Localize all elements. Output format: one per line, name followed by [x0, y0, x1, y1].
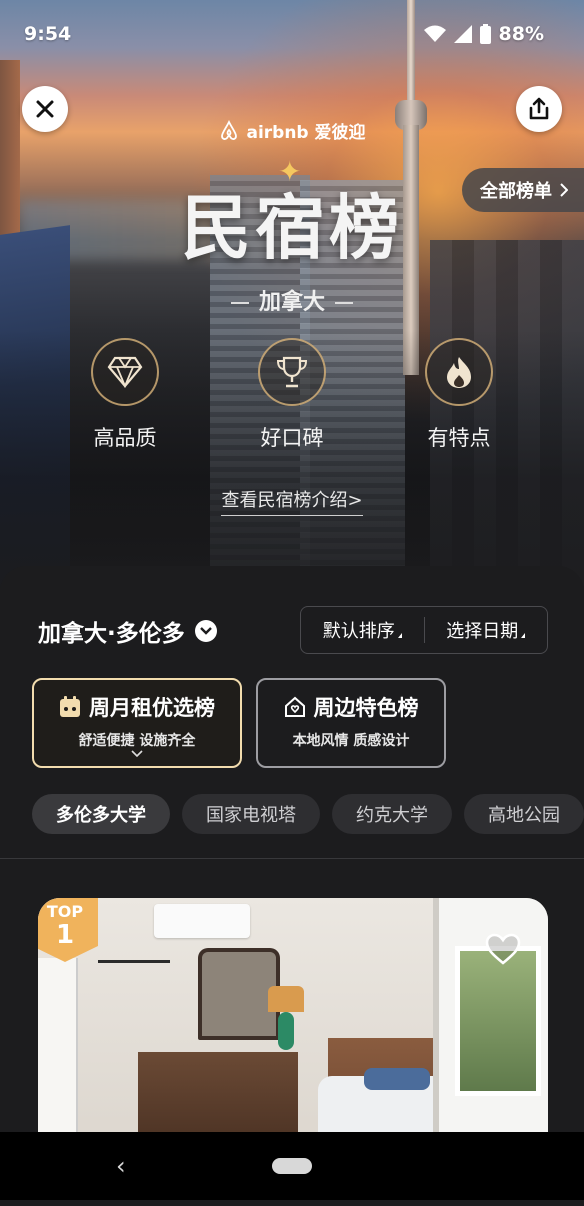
wifi-icon: [423, 25, 446, 42]
list-card-local-subtitle: 本地风情 质感设计: [292, 733, 410, 749]
feature-reputation-circle: [258, 338, 326, 406]
region-text: 加拿大: [258, 290, 325, 315]
airbnb-belo-icon: [221, 119, 238, 140]
airbnb-logo: airbnb 爱彼迎: [0, 118, 584, 143]
feature-distinctive: 有特点: [394, 338, 524, 452]
chip-york-university[interactable]: 约克大学: [332, 794, 452, 834]
photo-door: [38, 958, 78, 1138]
sort-label: 默认排序: [322, 621, 395, 642]
photo-pillow: [364, 1068, 430, 1090]
diamond-icon: [107, 356, 143, 388]
chip-university-of-toronto[interactable]: 多伦多大学: [32, 794, 170, 834]
close-icon: [36, 100, 54, 118]
all-lists-button[interactable]: 全部榜单: [462, 168, 584, 212]
badge-top-text: TOP: [46, 902, 84, 921]
listing-card[interactable]: TOP 1: [38, 898, 548, 1138]
photo-window-pane: [455, 946, 541, 1096]
photo-dresser: [138, 1052, 298, 1138]
intro-link-text: 查看民宿榜介绍>: [221, 490, 363, 516]
photo-wall-hooks: [98, 960, 170, 981]
flame-icon: [447, 357, 471, 388]
house-icon: [284, 696, 305, 717]
feature-quality-label: 高品质: [93, 426, 157, 450]
list-card-local-title: 周边特色榜: [313, 696, 419, 720]
feature-quality-circle: [91, 338, 159, 406]
list-card-monthly[interactable]: 周月租优选榜 舒适便捷 设施齐全: [32, 678, 242, 768]
status-time: 9:54: [24, 23, 72, 45]
dropdown-triangle-icon: [397, 633, 402, 638]
photo-air-conditioner: [154, 904, 250, 938]
list-card-local-title-row: 周边特色榜: [258, 692, 444, 722]
sort-date-box: 默认排序 选择日期: [300, 606, 548, 654]
badge-rank-number: 1: [55, 920, 75, 950]
dropdown-triangle-icon: [521, 633, 526, 638]
calendar-icon: [60, 696, 80, 717]
feature-distinctive-label: 有特点: [427, 426, 491, 450]
feature-quality: 高品质: [60, 338, 190, 452]
list-card-local[interactable]: 周边特色榜 本地风情 质感设计: [256, 678, 446, 768]
system-nav-bar: ‹: [0, 1132, 584, 1200]
chip-cn-tower[interactable]: 国家电视塔: [182, 794, 320, 834]
divider: [0, 858, 584, 859]
date-label: 选择日期: [446, 621, 519, 642]
city-selector[interactable]: 加拿大·多伦多: [38, 614, 217, 648]
intro-link[interactable]: 查看民宿榜介绍>: [0, 486, 584, 516]
photo-lamp-shade: [268, 986, 304, 1012]
sort-dropdown[interactable]: 默认排序: [301, 617, 424, 643]
region-dash-right: [335, 302, 353, 304]
all-lists-label: 全部榜单: [480, 181, 552, 202]
nav-home-pill[interactable]: [272, 1158, 312, 1174]
brand-text: airbnb 爱彼迎: [246, 123, 366, 143]
status-bar: 9:54 88%: [0, 0, 584, 68]
list-card-monthly-title: 周月租优选榜: [89, 696, 215, 720]
region-label: 加拿大: [0, 284, 584, 316]
top-rank-badge: TOP 1: [38, 898, 98, 964]
list-card-monthly-title-row: 周月租优选榜: [34, 692, 240, 722]
nav-back-icon[interactable]: ‹: [116, 1152, 126, 1180]
battery-percent: 88%: [498, 23, 544, 45]
location-chips: 多伦多大学 国家电视塔 约克大学 高地公园: [32, 794, 584, 834]
city-label: 加拿大·多伦多: [38, 621, 185, 647]
chevron-down-small-icon: [34, 746, 240, 760]
feature-reputation: 好口碑: [227, 338, 357, 452]
photo-lamp-base: [278, 1012, 294, 1050]
battery-icon: [479, 24, 491, 44]
chip-high-park[interactable]: 高地公园: [464, 794, 584, 834]
feature-reputation-label: 好口碑: [260, 426, 324, 450]
chevron-right-icon: [560, 183, 568, 197]
status-icons: 88%: [423, 23, 544, 45]
feature-distinctive-circle: [425, 338, 493, 406]
content-panel: 加拿大·多伦多 默认排序 选择日期 周月租优选榜 舒适便捷 设施齐全 周边特色榜…: [0, 566, 584, 1206]
trophy-icon: [276, 356, 308, 388]
region-dash-left: [230, 302, 249, 304]
heart-icon[interactable]: [484, 932, 522, 966]
chevron-down-icon: [194, 620, 217, 642]
signal-icon: [453, 25, 472, 43]
date-dropdown[interactable]: 选择日期: [425, 617, 548, 643]
